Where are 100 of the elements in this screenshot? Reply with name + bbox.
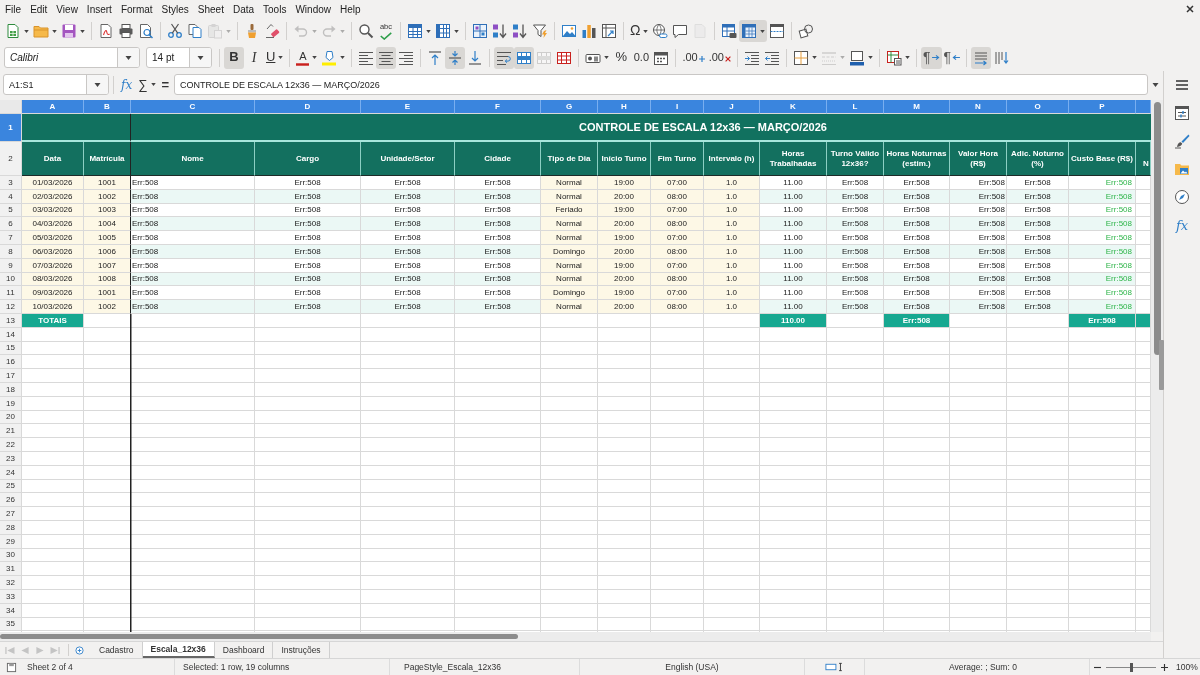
dropdown-button[interactable] xyxy=(86,75,108,94)
column-header[interactable]: D xyxy=(255,100,361,114)
sheet-tab[interactable]: Dashboard xyxy=(214,642,274,658)
menu-item[interactable]: Styles xyxy=(157,3,193,15)
menu-item[interactable]: Format xyxy=(116,3,157,15)
dropdown-button[interactable] xyxy=(117,48,139,67)
underline-button[interactable]: U xyxy=(264,46,286,69)
menu-item[interactable]: Sheet xyxy=(193,3,228,15)
menu-item[interactable]: Data xyxy=(228,3,259,15)
add-decimal-button[interactable]: .00 xyxy=(680,46,707,69)
menu-item[interactable]: Window xyxy=(291,3,335,15)
text-cursor-icon[interactable] xyxy=(824,662,845,672)
close-icon[interactable] xyxy=(1186,5,1194,13)
compass-icon[interactable] xyxy=(1174,189,1190,205)
column-header[interactable]: I xyxy=(651,100,704,114)
plus-circle-icon[interactable] xyxy=(75,645,84,655)
row-header[interactable]: 6 xyxy=(0,217,22,232)
italic-button[interactable]: I xyxy=(244,46,264,69)
row-header[interactable]: 1 xyxy=(0,114,22,142)
column-header[interactable]: C xyxy=(131,100,255,114)
row-header[interactable]: 7 xyxy=(0,231,22,245)
bold-button[interactable]: B xyxy=(224,46,244,69)
column-header[interactable]: O xyxy=(1007,100,1069,114)
functions-button[interactable]: fx xyxy=(1175,217,1189,234)
font-name-combobox[interactable]: Calibri xyxy=(4,47,140,68)
formula-input-field[interactable]: CONTROLE DE ESCALA 12x36 — MARÇO/2026 xyxy=(174,74,1148,95)
name-box[interactable]: A1:S1 xyxy=(3,74,109,95)
page-style[interactable]: PageStyle_Escala_12x36 xyxy=(404,662,501,672)
outdent-icon xyxy=(764,49,780,66)
column-header[interactable]: B xyxy=(84,100,131,114)
column-header[interactable]: H xyxy=(598,100,651,114)
menu-icon[interactable] xyxy=(1174,77,1190,93)
sliders-window-icon[interactable] xyxy=(1174,105,1190,121)
menu-item[interactable]: Help xyxy=(336,3,365,15)
delete-decimal-button[interactable]: .00 xyxy=(706,46,733,69)
menu-item[interactable]: Insert xyxy=(82,3,116,15)
row-header[interactable]: 26 xyxy=(0,493,22,508)
standard-button[interactable]: 0.0 xyxy=(631,46,652,69)
image-folder-icon[interactable] xyxy=(1174,161,1190,177)
menu-item[interactable]: File xyxy=(1,3,26,15)
text-horizontal-button[interactable] xyxy=(971,46,992,69)
freeze-button[interactable] xyxy=(739,20,768,42)
sheet-tab[interactable]: Escala_12x36 xyxy=(142,642,215,658)
scrollbar-thumb[interactable] xyxy=(1153,102,1161,355)
column-header[interactable]: K xyxy=(760,100,827,114)
right-to-left-button[interactable]: ¶ xyxy=(941,46,963,69)
sum-button[interactable]: ∑ xyxy=(135,74,159,95)
center-vertically-button[interactable] xyxy=(445,46,466,69)
wrap-button[interactable] xyxy=(494,46,515,69)
caret-icon xyxy=(812,56,817,59)
menu-item[interactable]: Edit xyxy=(26,3,52,15)
paintbrush-icon[interactable] xyxy=(1174,133,1190,149)
scrollbar-thumb[interactable] xyxy=(0,634,518,639)
zoom-level[interactable]: 100% xyxy=(1176,662,1198,672)
special-character-button[interactable]: Ω xyxy=(628,20,651,42)
row-header[interactable]: 11 xyxy=(0,286,22,301)
merge-center-button[interactable] xyxy=(514,46,535,69)
row-header[interactable]: 27 xyxy=(0,507,22,521)
align-center-button[interactable] xyxy=(376,46,397,69)
horizontal-scrollbar[interactable] xyxy=(0,632,1151,641)
column-header[interactable]: F xyxy=(455,100,541,114)
column-header[interactable]: M xyxy=(884,100,950,114)
row-header[interactable]: 21 xyxy=(0,424,22,439)
table-cell: Err:508 xyxy=(1007,300,1069,314)
formula-button[interactable]: = xyxy=(158,74,173,95)
column-header[interactable] xyxy=(1136,100,1151,114)
sheet-tab[interactable]: Instruções xyxy=(273,642,330,658)
column-header[interactable]: G xyxy=(541,100,598,114)
function-wizard-button[interactable]: fx xyxy=(118,74,136,95)
plus-icon[interactable] xyxy=(1161,663,1168,671)
table-cell: 20:00 xyxy=(598,217,651,232)
row-header[interactable]: 12 xyxy=(0,300,22,314)
sidebar-handle[interactable] xyxy=(1159,340,1164,390)
column-header[interactable]: L xyxy=(827,100,884,114)
row-header[interactable]: 17 xyxy=(0,369,22,383)
menu-item[interactable]: Tools xyxy=(259,3,291,15)
sheet-tab[interactable]: Cadastro xyxy=(91,642,143,658)
menu-item[interactable]: View xyxy=(52,3,82,15)
percent-button[interactable]: % xyxy=(611,46,632,69)
column-header[interactable]: N xyxy=(950,100,1007,114)
column-header[interactable]: E xyxy=(361,100,455,114)
spreadsheet-grid[interactable] xyxy=(0,100,1151,632)
slider-thumb[interactable] xyxy=(1130,662,1133,672)
clipboard-icon xyxy=(207,23,223,39)
row-header[interactable]: 31 xyxy=(0,562,22,577)
row-header[interactable]: 32 xyxy=(0,576,22,590)
dropdown-button[interactable] xyxy=(189,48,211,67)
column-header[interactable]: P xyxy=(1069,100,1136,114)
column-header[interactable]: J xyxy=(704,100,760,114)
vertical-scrollbar[interactable] xyxy=(1151,100,1163,632)
row-header[interactable]: 16 xyxy=(0,355,22,370)
font-color-button[interactable]: A xyxy=(294,46,320,69)
row-header[interactable]: 22 xyxy=(0,438,22,452)
row-header[interactable]: 2 xyxy=(0,142,22,176)
row-header[interactable]: 3 xyxy=(0,176,22,190)
language-indicator[interactable]: English (USA) xyxy=(665,662,719,672)
column-heading: Intervalo (h) xyxy=(704,142,760,176)
column-header[interactable]: A xyxy=(22,100,84,114)
left-to-right-button[interactable]: ¶ xyxy=(921,46,942,69)
font-size-combobox[interactable]: 14 pt xyxy=(146,47,212,68)
